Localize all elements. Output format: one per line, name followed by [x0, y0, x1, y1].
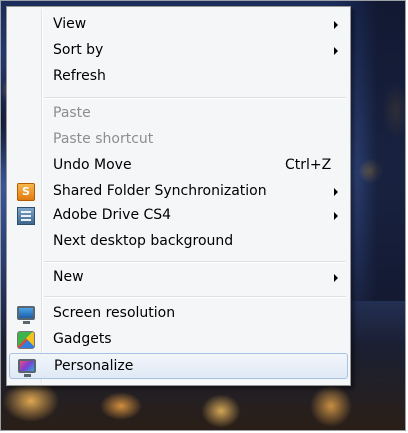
menu-item-label: Refresh [53, 68, 106, 84]
menu-item-sort-by[interactable]: Sort by [9, 38, 348, 64]
desktop-context-menu: View Sort by Refresh Paste Paste shortcu… [6, 6, 351, 386]
menu-item-personalize[interactable]: Personalize [9, 353, 348, 379]
menu-item-label: Paste [53, 105, 91, 121]
menu-item-label: Paste shortcut [53, 131, 154, 147]
menu-item-label: Next desktop background [53, 233, 234, 249]
menu-item-label: Undo Move [53, 157, 132, 173]
menu-separator [44, 261, 346, 263]
menu-item-label: Personalize [54, 358, 134, 374]
submenu-arrow-icon [334, 274, 338, 282]
submenu-arrow-icon [334, 47, 338, 55]
menu-item-label: Screen resolution [53, 305, 176, 321]
submenu-arrow-icon [334, 212, 338, 220]
shared-folder-sync-icon: S [17, 183, 35, 201]
menu-item-paste-shortcut[interactable]: Paste shortcut [9, 127, 348, 153]
menu-item-label: Shared Folder Synchronization [53, 183, 267, 199]
personalize-icon [18, 359, 36, 377]
menu-item-label: Adobe Drive CS4 [53, 207, 172, 223]
menu-separator [44, 97, 346, 99]
menu-separator [44, 296, 346, 298]
submenu-arrow-icon [334, 21, 338, 29]
adobe-drive-icon [17, 207, 35, 225]
menu-item-paste[interactable]: Paste [9, 101, 348, 127]
menu-item-gadgets[interactable]: Gadgets [9, 327, 348, 353]
menu-item-label: New [53, 269, 84, 285]
menu-item-new[interactable]: New [9, 265, 348, 291]
gadgets-icon [17, 331, 35, 349]
menu-item-screen-resolution[interactable]: Screen resolution [9, 301, 348, 327]
menu-item-adobe-drive[interactable]: Adobe Drive CS4 [9, 203, 348, 229]
menu-item-view[interactable]: View [9, 12, 348, 38]
menu-item-label: Sort by [53, 42, 104, 58]
menu-item-label: Gadgets [53, 331, 112, 347]
menu-item-next-desktop-background[interactable]: Next desktop background [9, 229, 348, 255]
monitor-icon [17, 306, 35, 324]
menu-item-shortcut: Ctrl+Z [285, 157, 332, 173]
menu-item-label: View [53, 16, 87, 32]
submenu-arrow-icon [334, 188, 338, 196]
menu-item-undo-move[interactable]: Undo Move Ctrl+Z [9, 153, 348, 179]
menu-item-shared-folder-sync[interactable]: S Shared Folder Synchronization [9, 179, 348, 205]
menu-item-refresh[interactable]: Refresh [9, 64, 348, 90]
